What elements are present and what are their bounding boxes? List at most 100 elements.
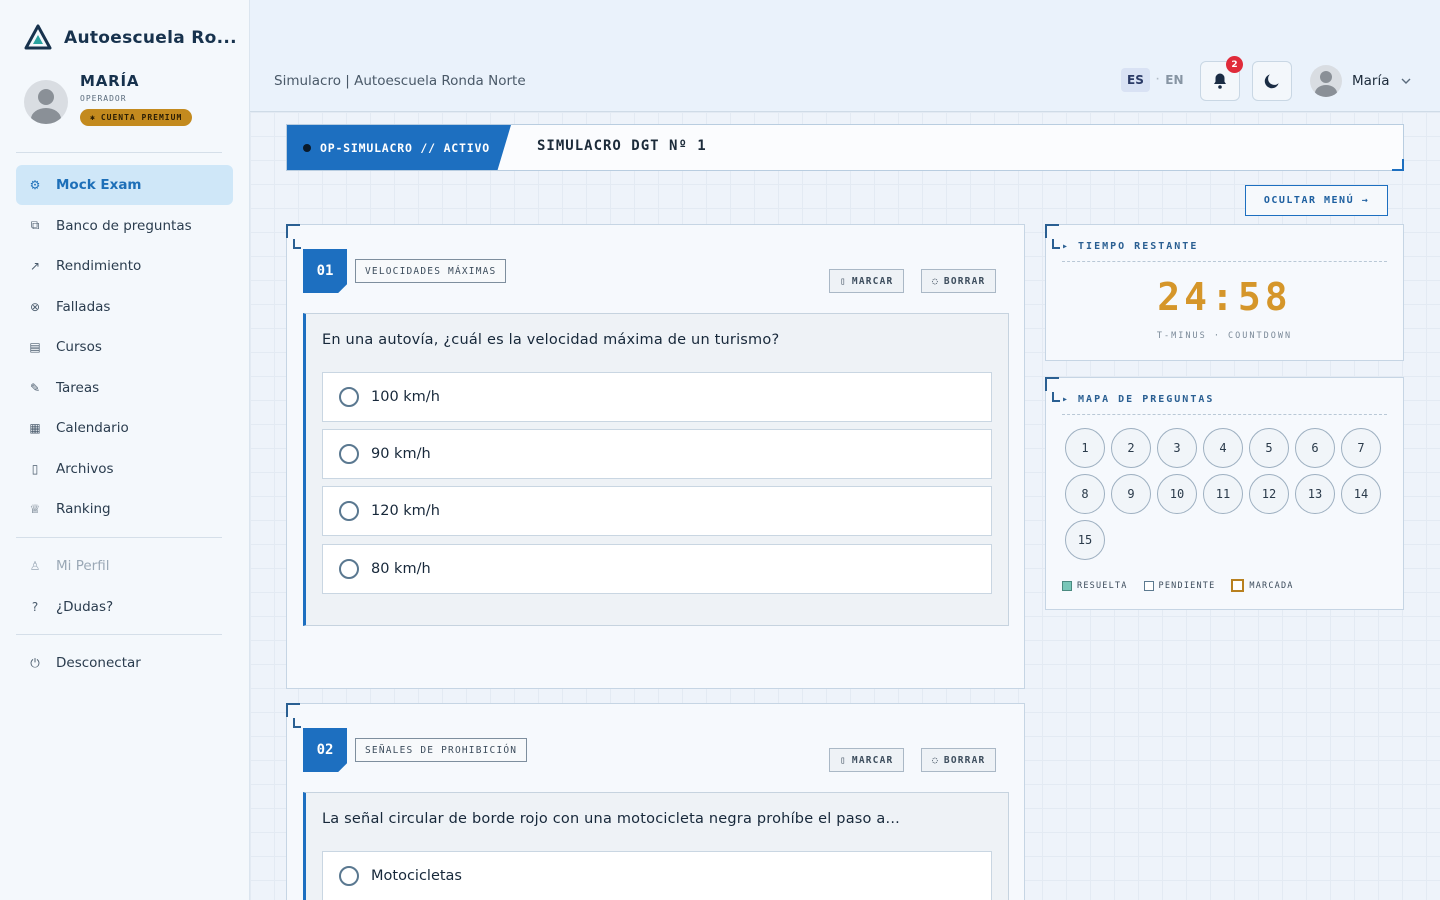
answer-option[interactable]: 80 km/h: [322, 544, 992, 594]
question-map-item[interactable]: 10: [1157, 474, 1197, 514]
corner-decoration: [293, 239, 301, 249]
clear-label: BORRAR: [943, 275, 986, 287]
nav-label: Calendario: [56, 420, 129, 436]
answer-option[interactable]: Motocicletas: [322, 851, 992, 900]
nav-item-question-bank[interactable]: ⧉ Banco de preguntas: [16, 206, 233, 246]
user-icon: ♙: [29, 559, 41, 573]
clear-label: BORRAR: [943, 754, 986, 766]
main-content: OP-SIMULACRO // ACTIVO SIMULACRO DGT Nº …: [250, 112, 1440, 900]
x-circle-icon: ⊗: [29, 299, 41, 314]
hide-menu-button[interactable]: OCULTAR MENÚ →: [1245, 185, 1388, 216]
nav-item-calendar[interactable]: ▦ Calendario: [16, 408, 233, 448]
divider: [1062, 414, 1387, 415]
lang-en[interactable]: EN: [1165, 73, 1183, 87]
question-map-item[interactable]: 12: [1249, 474, 1289, 514]
notification-badge: 2: [1226, 56, 1243, 73]
answer-option[interactable]: 90 km/h: [322, 429, 992, 479]
avatar: [1310, 65, 1342, 97]
radio-icon: [339, 444, 359, 464]
question-map-item[interactable]: 15: [1065, 520, 1105, 560]
question-map-item[interactable]: 3: [1157, 428, 1197, 468]
option-label: 90 km/h: [371, 446, 431, 462]
legend-label: RESUELTA: [1077, 580, 1128, 591]
nav-label: Archivos: [56, 460, 114, 477]
question-map-panel: ▸ MAPA DE PREGUNTAS 1 2 3 4 5 6 7 8 9 10…: [1045, 377, 1404, 610]
nav-label: Mi Perfil: [56, 558, 110, 574]
question-map-legend: RESUELTA PENDIENTE MARCADA: [1062, 579, 1294, 592]
mark-label: MARCAR: [851, 275, 894, 287]
question-map-item[interactable]: 11: [1203, 474, 1243, 514]
eraser-icon: ◌: [932, 275, 939, 287]
bookmark-icon: ▯: [840, 275, 847, 287]
question-map-item[interactable]: 1: [1065, 428, 1105, 468]
lang-es[interactable]: ES: [1121, 68, 1150, 92]
option-label: 100 km/h: [371, 389, 440, 405]
lang-separator: ·: [1155, 75, 1160, 85]
help-icon: ?: [31, 599, 39, 614]
power-icon: ⏻: [30, 655, 40, 670]
corner-decoration: [293, 718, 301, 728]
nav-item-tasks[interactable]: ✎ Tareas: [16, 368, 233, 408]
nav-item-failed[interactable]: ⊗ Falladas: [16, 287, 233, 327]
question-map-title: ▸ MAPA DE PREGUNTAS: [1062, 394, 1215, 405]
notifications-button[interactable]: 2: [1200, 56, 1243, 101]
corner-decoration: [286, 703, 300, 717]
question-category: SEÑALES DE PROHIBICIÓN: [355, 738, 528, 762]
clear-button[interactable]: ◌ BORRAR: [921, 269, 997, 293]
question-body: La señal circular de borde rojo con una …: [303, 792, 1009, 900]
question-map-item[interactable]: 7: [1341, 428, 1381, 468]
corner-decoration: [1052, 239, 1060, 249]
question-map-item[interactable]: 13: [1295, 474, 1335, 514]
theme-toggle[interactable]: [1252, 61, 1292, 101]
user-menu[interactable]: María: [1310, 65, 1412, 97]
question-map-item[interactable]: 5: [1249, 428, 1289, 468]
divider: [16, 152, 222, 153]
legend-resolved: RESUELTA: [1062, 580, 1128, 591]
profile-name: MARÍA: [80, 72, 140, 90]
answer-option[interactable]: 100 km/h: [322, 372, 992, 422]
logout-button[interactable]: ⏻ Desconectar: [16, 643, 233, 683]
gear-icon: ⚙: [29, 178, 41, 192]
nav-item-ranking[interactable]: ♕ Ranking: [16, 489, 233, 529]
bookmark-icon: ▯: [840, 754, 847, 766]
paw-icon: ✱: [90, 113, 96, 122]
corner-decoration: [286, 224, 300, 238]
profile-role: OPERADOR: [80, 94, 127, 103]
sitemap-icon: ⧉: [30, 218, 40, 232]
radio-icon: [339, 559, 359, 579]
nav-label: Falladas: [56, 298, 111, 315]
question-map-item[interactable]: 9: [1111, 474, 1151, 514]
question-map-item[interactable]: 8: [1065, 474, 1105, 514]
timer-subtitle: T-MINUS · COUNTDOWN: [1156, 331, 1293, 341]
nav-item-help[interactable]: ? ¿Dudas?: [16, 587, 233, 627]
nav-item-courses[interactable]: ▤ Cursos: [16, 327, 233, 367]
nav-item-mock-exam[interactable]: ⚙ Mock Exam: [16, 165, 233, 205]
nav-item-profile[interactable]: ♙ Mi Perfil: [16, 546, 233, 586]
divider: [16, 537, 222, 538]
question-map-item[interactable]: 14: [1341, 474, 1381, 514]
avatar[interactable]: [24, 80, 68, 124]
calendar-icon: ▦: [29, 421, 41, 435]
nav-label: Banco de preguntas: [56, 217, 192, 234]
question-map-item[interactable]: 6: [1295, 428, 1335, 468]
answer-option[interactable]: 120 km/h: [322, 486, 992, 536]
legend-label: MARCADA: [1249, 580, 1294, 591]
clear-button[interactable]: ◌ BORRAR: [921, 748, 997, 772]
premium-label: CUENTA PREMIUM: [100, 113, 183, 122]
sidebar: Autoescuela Ro... MARÍA OPERADOR ✱ CUENT…: [0, 0, 250, 900]
nav-item-files[interactable]: ▯ Archivos: [16, 449, 233, 489]
file-icon: ▯: [31, 461, 39, 476]
question-map-item[interactable]: 2: [1111, 428, 1151, 468]
nav-item-performance[interactable]: ↗ Rendimiento: [16, 246, 233, 286]
chart-icon: ↗: [29, 259, 41, 273]
eraser-icon: ◌: [932, 754, 939, 766]
mark-button[interactable]: ▯ MARCAR: [829, 269, 905, 293]
brand[interactable]: Autoescuela Ro...: [24, 24, 237, 52]
radio-icon: [339, 501, 359, 521]
question-map-item[interactable]: 4: [1203, 428, 1243, 468]
mark-label: MARCAR: [851, 754, 894, 766]
nav-label: Rendimiento: [56, 258, 142, 274]
page-title: Simulacro | Autoescuela Ronda Norte: [274, 73, 526, 89]
bell-icon: [1214, 73, 1226, 89]
mark-button[interactable]: ▯ MARCAR: [829, 748, 905, 772]
